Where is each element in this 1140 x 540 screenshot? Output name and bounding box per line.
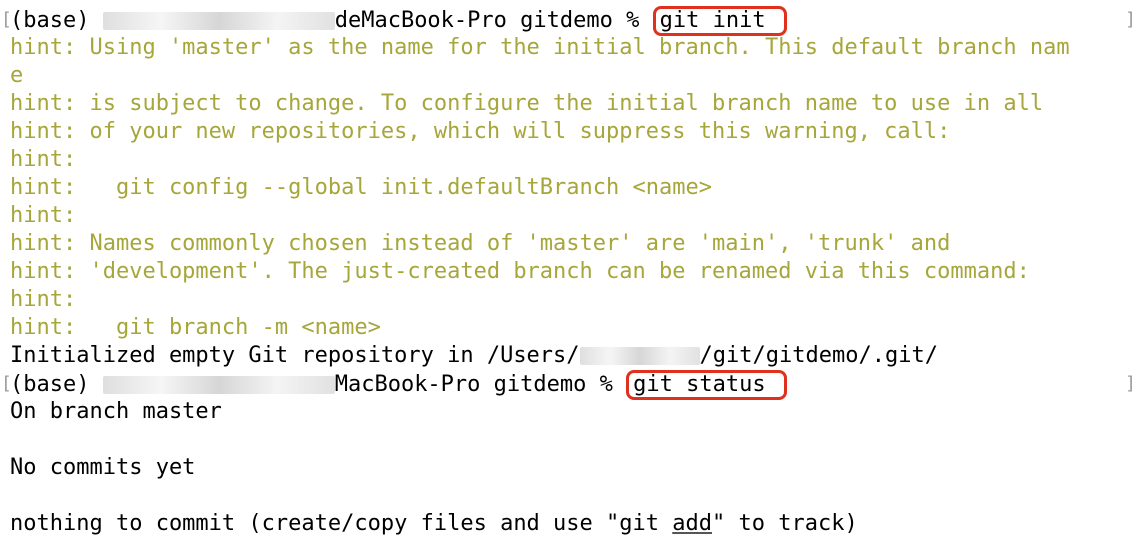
line-mark-right: ]: [1125, 9, 1136, 30]
status-commits-line: No commits yet: [10, 455, 196, 480]
hint-line: e: [10, 63, 24, 88]
hint-line: hint: 'development'. The just-created br…: [10, 259, 1030, 284]
init-output-suffix: /git/gitdemo/.git/: [699, 343, 938, 368]
status-nothing-line: nothing to commit (create/copy files and…: [0, 510, 1140, 538]
hint-line: hint: is subject to change. To configure…: [10, 91, 1044, 116]
status-nothing-after: " to track): [712, 511, 858, 536]
hint-line: hint:: [10, 147, 77, 172]
status-nothing-before: nothing to commit (create/copy files and…: [10, 511, 673, 536]
hint-line: hint:: [10, 203, 77, 228]
status-nothing-add: add: [672, 511, 713, 536]
init-output-prefix: Initialized empty Git repository in /Use…: [10, 343, 580, 368]
redacted-username: [102, 12, 335, 30]
line-mark-left: [: [1, 9, 12, 30]
redacted-username: [102, 376, 335, 394]
line-mark-left: [: [1, 373, 12, 394]
hint-line: hint: git config --global init.defaultBr…: [10, 175, 712, 200]
status-branch-line: On branch master: [10, 399, 222, 424]
git-status-command: git status: [626, 370, 787, 400]
hint-line: hint: git branch -m <name>: [10, 315, 381, 340]
hint-line: hint: Using 'master' as the name for the…: [10, 35, 1070, 60]
line-mark-right: ]: [1125, 373, 1136, 394]
hint-line: hint: of your new repositories, which wi…: [10, 119, 951, 144]
prompt-line-git-init: [(base) deMacBook-Pro gitdemo % git init…: [0, 6, 1140, 36]
terminal-window[interactable]: [(base) deMacBook-Pro gitdemo % git init…: [0, 6, 1140, 538]
hint-line: hint: Names commonly chosen instead of '…: [10, 231, 951, 256]
git-init-command: git init: [652, 6, 787, 36]
prompt-prefix: (base): [10, 8, 103, 33]
init-output-line: Initialized empty Git repository in /Use…: [0, 342, 1140, 370]
prompt-prefix: (base): [10, 372, 103, 397]
prompt-host: deMacBook-Pro gitdemo %: [334, 8, 653, 33]
redacted-user-path: [579, 347, 700, 365]
prompt-line-git-status: [(base) MacBook-Pro gitdemo % git status…: [0, 370, 1140, 400]
hint-line: hint:: [10, 287, 77, 312]
prompt-host: MacBook-Pro gitdemo %: [334, 372, 627, 397]
